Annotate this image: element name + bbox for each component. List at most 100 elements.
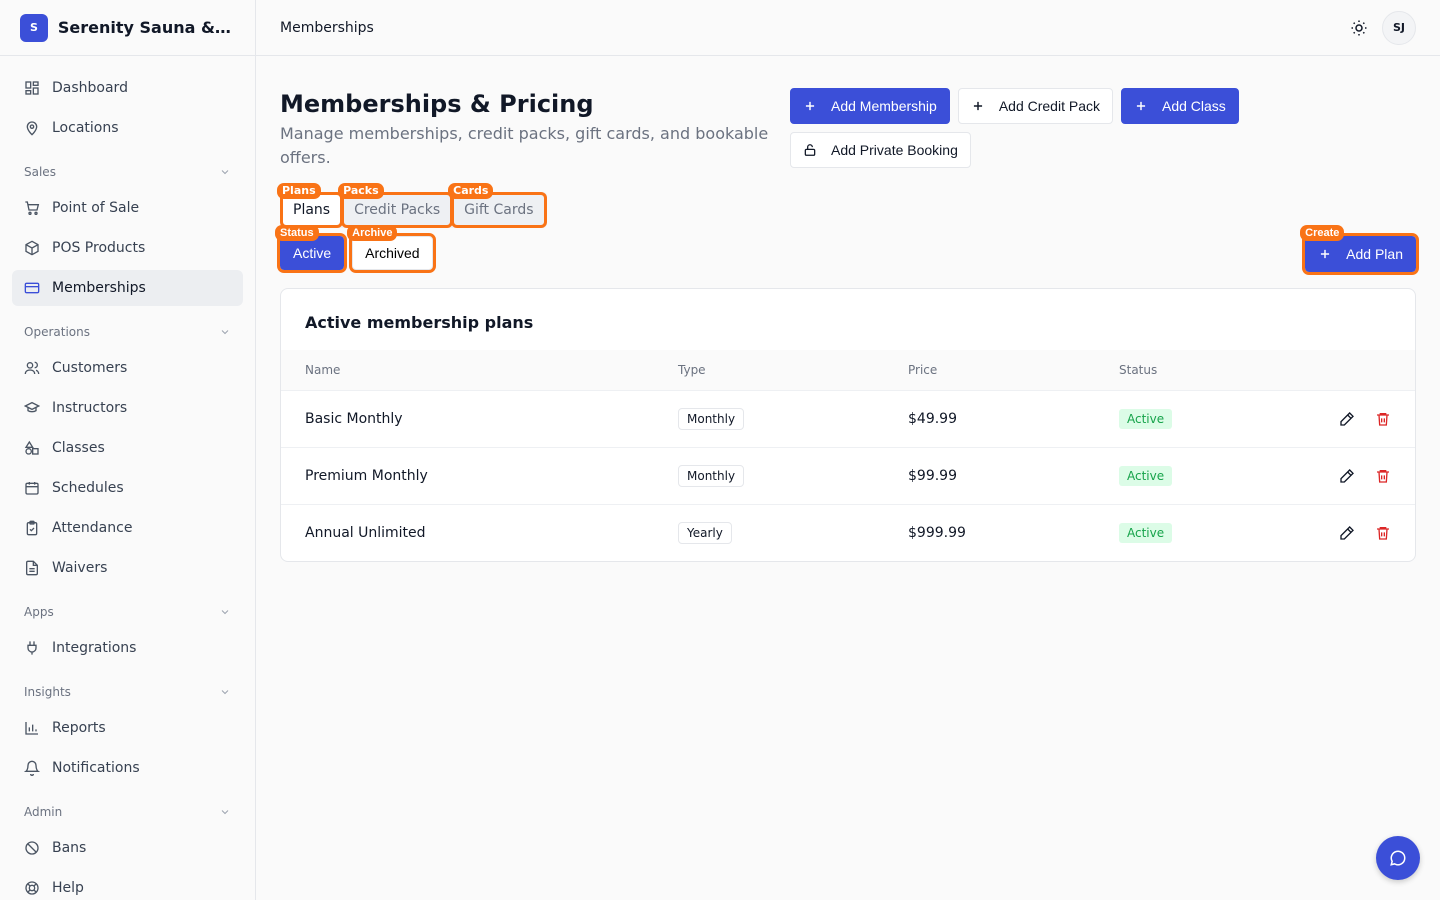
sidebar-item-label: Instructors: [52, 400, 128, 416]
status-badge: Active: [1119, 408, 1173, 429]
cart-icon: [25, 201, 40, 215]
sidebar-item-label: POS Products: [52, 240, 146, 256]
page-description: Manage memberships, credit packs, gift c…: [280, 124, 769, 167]
trash-icon[interactable]: [1375, 468, 1391, 484]
column-header-status[interactable]: Status: [1095, 350, 1275, 390]
trash-icon[interactable]: [1375, 411, 1391, 427]
column-header-price[interactable]: Price: [884, 350, 1095, 390]
filter-archived-button[interactable]: Archive Archived: [347, 225, 436, 273]
grid-icon: [25, 81, 39, 95]
pencil-icon[interactable]: [1339, 411, 1355, 427]
add-membership-button[interactable]: Add Membership: [790, 88, 950, 124]
pencil-icon[interactable]: [1339, 468, 1355, 484]
button-label: Active: [293, 245, 332, 261]
sidebar: S Serenity Sauna & Spa Dashboard Locatio…: [0, 0, 256, 900]
column-header-type[interactable]: Type: [654, 350, 884, 390]
table-row[interactable]: Basic Monthly Monthly $49.99 Active: [281, 389, 1415, 447]
sidebar-item-classes[interactable]: Classes: [12, 430, 243, 466]
highlight-tag: Archive: [347, 225, 398, 241]
sidebar-item-customers[interactable]: Customers: [12, 350, 243, 386]
sidebar-item-memberships[interactable]: Memberships: [12, 270, 243, 306]
sidebar-item-waivers[interactable]: Waivers: [12, 550, 243, 586]
chevron-down-icon: [221, 330, 229, 335]
section-label: Admin: [24, 805, 63, 819]
sidebar-item-schedules[interactable]: Schedules: [12, 470, 243, 506]
sidebar-section-apps[interactable]: Apps: [12, 594, 243, 630]
file-text-icon: [26, 560, 38, 576]
plan-type-pill: Yearly: [678, 521, 732, 544]
tab-gift-cards[interactable]: Cards Gift Cards: [448, 183, 547, 228]
plan-status-cell: Active: [1095, 503, 1275, 561]
button-label: Add Plan: [1346, 246, 1403, 262]
tab-label: Gift Cards: [464, 202, 534, 218]
header-actions: Add Membership Add Credit Pack Add Class…: [790, 88, 1290, 168]
column-header-actions: [1275, 350, 1415, 390]
sidebar-item-label: Bans: [52, 840, 87, 856]
sidebar-item-locations[interactable]: Locations: [12, 110, 243, 146]
calendar-icon: [25, 482, 39, 495]
add-credit-pack-button[interactable]: Add Credit Pack: [957, 88, 1113, 124]
sidebar-item-label: Memberships: [52, 280, 146, 296]
sidebar-item-dashboard[interactable]: Dashboard: [12, 70, 243, 106]
tab-list: Plans Plans Packs Credit Packs Cards Gif…: [277, 183, 547, 228]
plus-icon: [973, 101, 982, 111]
plan-status-cell: Active: [1095, 446, 1275, 504]
sidebar-item-notifications[interactable]: Notifications: [12, 750, 243, 786]
trash-icon[interactable]: [1375, 525, 1391, 541]
row-actions-cell: [1275, 503, 1415, 561]
plus-icon: [1321, 249, 1330, 259]
add-class-button[interactable]: Add Class: [1121, 88, 1239, 124]
sidebar-item-point-of-sale[interactable]: Point of Sale: [12, 190, 243, 226]
sidebar-item-reports[interactable]: Reports: [12, 710, 243, 746]
highlight-tag: Create: [1300, 225, 1345, 241]
sidebar-item-instructors[interactable]: Instructors: [12, 390, 243, 426]
sidebar-item-pos-products[interactable]: POS Products: [12, 230, 243, 266]
plan-type-cell: Monthly: [654, 446, 884, 504]
plus-icon: [1136, 101, 1146, 111]
pencil-icon[interactable]: [1339, 525, 1355, 541]
map-pin-icon: [26, 121, 38, 136]
sidebar-section-admin[interactable]: Admin: [12, 794, 243, 830]
table-row[interactable]: Premium Monthly Monthly $99.99 Active: [281, 446, 1415, 504]
tab-credit-packs[interactable]: Packs Credit Packs: [338, 183, 454, 228]
highlight-tag: Packs: [338, 183, 384, 199]
avatar[interactable]: SJ: [1382, 10, 1416, 45]
life-buoy-icon: [25, 881, 39, 895]
button-label: Add Membership: [831, 98, 937, 114]
section-label: Sales: [24, 165, 56, 179]
topbar: Memberships SJ: [256, 0, 1440, 56]
sidebar-section-sales[interactable]: Sales: [12, 154, 243, 190]
brand[interactable]: S Serenity Sauna & Spa: [0, 0, 255, 56]
column-header-name[interactable]: Name: [281, 350, 654, 390]
status-filter: Status Active Archive Archived: [275, 225, 436, 273]
sidebar-item-bans[interactable]: Bans: [12, 830, 243, 866]
plan-name: Basic Monthly: [281, 389, 654, 447]
plug-icon: [27, 641, 37, 655]
add-private-booking-button[interactable]: Add Private Booking: [790, 132, 971, 168]
chat-button[interactable]: [1376, 836, 1420, 880]
row-actions-cell: [1275, 446, 1415, 504]
credit-card-icon: [24, 282, 40, 294]
sidebar-item-integrations[interactable]: Integrations: [12, 630, 243, 666]
sidebar-item-attendance[interactable]: Attendance: [12, 510, 243, 546]
chevron-down-icon: [221, 810, 229, 815]
sidebar-item-label: Attendance: [52, 520, 133, 536]
topbar-actions: SJ: [1350, 10, 1416, 45]
sidebar-section-operations[interactable]: Operations: [12, 314, 243, 350]
filter-active-button[interactable]: Status Active: [275, 225, 348, 273]
sidebar-item-help[interactable]: Help: [12, 870, 243, 900]
add-plan-button[interactable]: Create Add Plan: [1300, 225, 1419, 275]
bar-chart-icon: [25, 722, 38, 735]
table-row[interactable]: Annual Unlimited Yearly $999.99 Active: [281, 503, 1415, 561]
sidebar-section-insights[interactable]: Insights: [12, 674, 243, 710]
sidebar-item-label: Integrations: [52, 640, 137, 656]
section-label: Apps: [24, 605, 54, 619]
button-label: Archived: [365, 245, 420, 261]
sun-icon[interactable]: [1350, 19, 1368, 37]
sidebar-item-label: Dashboard: [52, 80, 128, 96]
sidebar-item-label: Point of Sale: [52, 200, 140, 216]
button-label: Add Class: [1162, 98, 1226, 114]
section-label: Operations: [24, 325, 90, 339]
chevron-down-icon: [221, 690, 229, 695]
tab-plans[interactable]: Plans Plans: [277, 183, 344, 228]
